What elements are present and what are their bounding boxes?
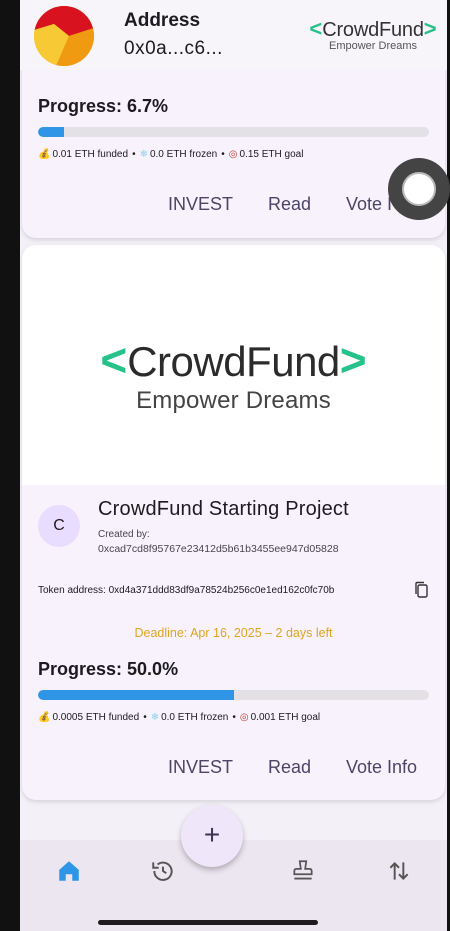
crowdfund-logo: <CrowdFund> Empower Dreams xyxy=(298,16,447,52)
vote-info-button[interactable]: Vote I xyxy=(346,194,392,215)
progress-bar-fill xyxy=(38,690,234,700)
assistive-touch-inner xyxy=(402,172,436,206)
funded-amount: 0.0005 ETH funded xyxy=(52,712,140,723)
left-letterbox xyxy=(0,0,20,931)
progress-label: Progress: 50.0% xyxy=(38,659,179,679)
deadline-text: Deadline: Apr 16, 2025 – 2 days left xyxy=(134,626,333,640)
project-banner: <CrowdFund> Empower Dreams xyxy=(22,245,445,485)
invest-button[interactable]: INVEST xyxy=(168,194,233,215)
snowflake-icon: ❄ xyxy=(139,149,148,160)
project-title: CrowdFund Starting Project xyxy=(98,498,349,520)
history-icon[interactable] xyxy=(150,858,176,884)
token-address: Token address: 0xd4a371ddd83df9a78524b25… xyxy=(38,585,335,596)
frozen-amount: 0.0 ETH frozen xyxy=(161,712,229,723)
home-icon[interactable] xyxy=(56,858,82,884)
money-bag-icon: 💰 xyxy=(38,149,51,160)
funding-stats: 💰 0.0005 ETH funded • ❄ 0.0 ETH frozen • ◎ 0.00… xyxy=(38,712,321,723)
read-button[interactable]: Read xyxy=(268,194,311,215)
crowdfund-hero-logo: <CrowdFund> Empower Dreams xyxy=(22,333,445,415)
funded-amount: 0.01 ETH funded xyxy=(52,149,129,160)
wallet-avatar[interactable] xyxy=(34,6,94,66)
assistive-touch-button[interactable] xyxy=(388,158,450,220)
app-screen: Progress: 6.7% 💰 0.01 ETH funded • ❄ 0.0 ETH… xyxy=(20,0,447,931)
goal-amount: 0.001 ETH goal xyxy=(250,712,321,723)
plus-icon: + xyxy=(203,819,221,850)
wallet-address[interactable]: 0x0a...c6... xyxy=(124,38,223,60)
logo-tagline: Empower Dreams xyxy=(328,40,418,52)
project-card: Progress: 6.7% 💰 0.01 ETH funded • ❄ 0.0 ETH… xyxy=(22,66,445,238)
invest-button[interactable]: INVEST xyxy=(168,757,233,778)
vote-info-button[interactable]: Vote Info xyxy=(346,757,417,778)
app-header: Address 0x0a...c6... <CrowdFund> Empower… xyxy=(20,0,447,70)
money-bag-icon: 💰 xyxy=(38,712,51,723)
hero-logo-word: CrowdFund xyxy=(127,338,340,385)
frozen-amount: 0.0 ETH frozen xyxy=(149,149,218,160)
home-indicator[interactable] xyxy=(98,920,318,925)
target-icon: ◎ xyxy=(239,712,249,723)
progress-label: Progress: 6.7% xyxy=(38,96,169,116)
address-title: Address xyxy=(124,10,201,31)
progress-bar-fill xyxy=(38,127,65,137)
copy-icon[interactable] xyxy=(414,581,430,599)
target-icon: ◎ xyxy=(228,149,238,160)
funding-stats: 💰 0.01 ETH funded • ❄ 0.0 ETH frozen • ◎ 0.15 E… xyxy=(38,149,304,160)
project-card[interactable]: <CrowdFund> Empower Dreams C CrowdFund S… xyxy=(22,245,445,800)
swap-icon[interactable] xyxy=(386,858,412,884)
created-by-label: Created by: xyxy=(98,529,150,540)
snowflake-icon: ❄ xyxy=(150,712,160,723)
hero-logo-tagline: Empower Dreams xyxy=(136,387,331,414)
creator-address: 0xcad7cd8f95767e23412d5b61b3455ee947d058… xyxy=(98,543,339,555)
project-avatar: C xyxy=(38,505,80,547)
stamp-icon[interactable] xyxy=(290,858,316,884)
progress-bar xyxy=(38,690,429,700)
read-button[interactable]: Read xyxy=(268,757,311,778)
progress-bar xyxy=(38,127,429,137)
create-project-button[interactable]: + xyxy=(181,805,243,867)
logo-word: CrowdFund xyxy=(322,19,424,41)
goal-amount: 0.15 ETH goal xyxy=(239,149,304,160)
